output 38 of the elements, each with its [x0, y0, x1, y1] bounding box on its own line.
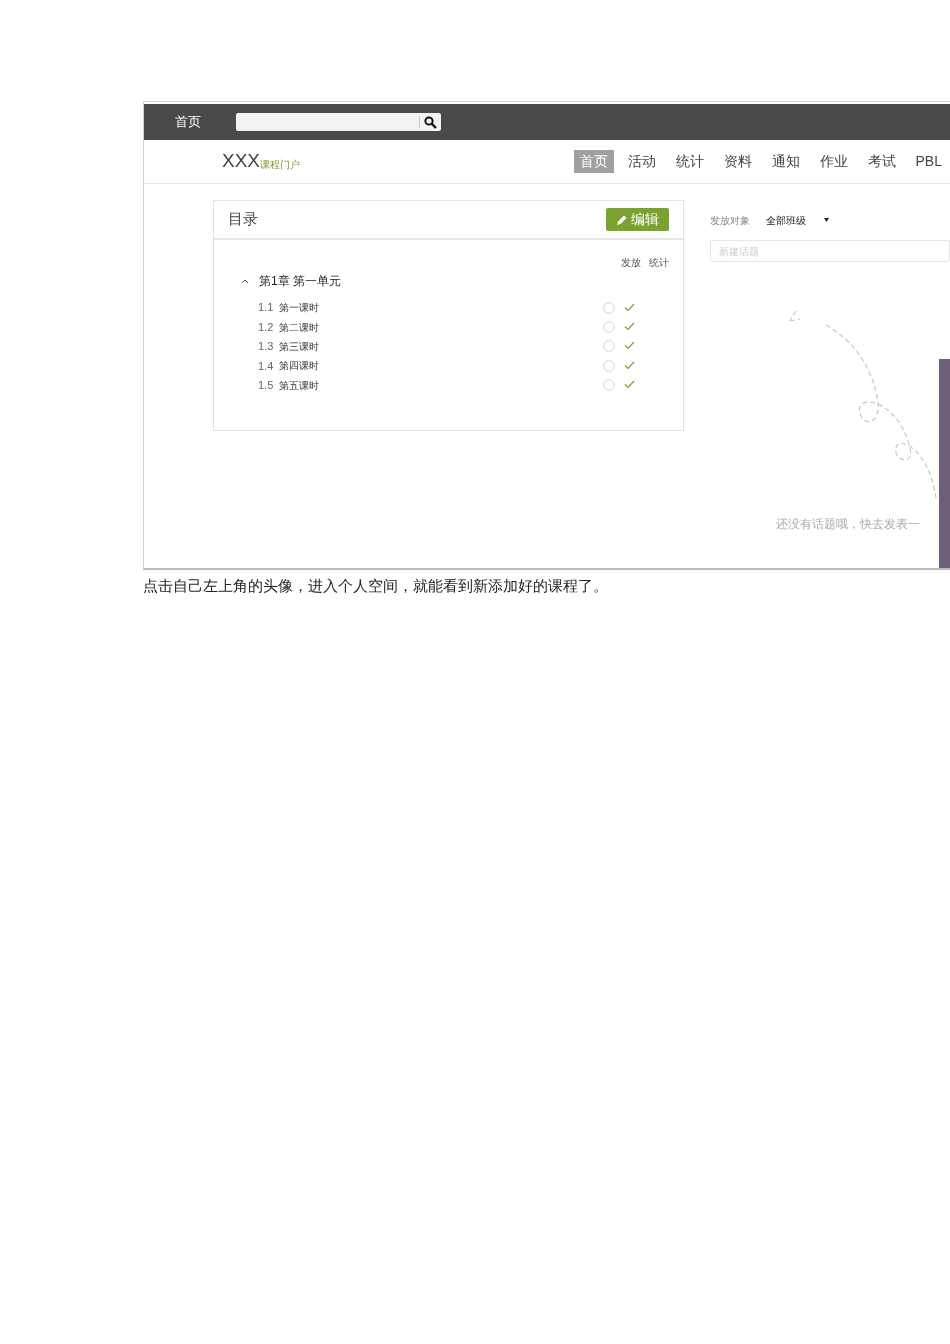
lesson-number: 1.4	[258, 358, 275, 374]
lesson-title[interactable]: 第四课时	[279, 358, 319, 374]
nav-tab[interactable]: 通知	[765, 150, 806, 173]
unreleased-circle-icon[interactable]	[603, 340, 615, 353]
pencil-icon	[616, 213, 628, 226]
nav-tab[interactable]: 统计	[669, 150, 710, 173]
logo-subtitle: 课程门户	[260, 158, 301, 172]
target-label: 发放对象	[710, 213, 750, 228]
unreleased-circle-icon[interactable]	[603, 379, 615, 392]
column-heading: 统计	[649, 256, 669, 270]
lesson-number: 1.1	[258, 300, 275, 316]
lesson-title[interactable]: 第一课时	[279, 300, 319, 316]
lesson-title[interactable]: 第五课时	[279, 377, 319, 393]
collapse-caret-icon[interactable]	[241, 278, 249, 284]
unreleased-circle-icon[interactable]	[603, 359, 615, 372]
chapter-title[interactable]: 第1章 第一单元	[259, 272, 341, 290]
empty-topics-text: 还没有话题哦，快去发表一	[776, 516, 920, 533]
catalog-title: 目录	[228, 209, 258, 230]
target-dropdown[interactable]: 全部班级	[766, 212, 829, 228]
unreleased-circle-icon[interactable]	[603, 301, 615, 314]
nav-tab[interactable]: 活动	[621, 150, 662, 173]
search-icon[interactable]	[424, 115, 437, 129]
logo-text: XXX	[222, 149, 261, 174]
nav-tab[interactable]: 作业	[813, 150, 854, 173]
unreleased-circle-icon[interactable]	[603, 321, 615, 334]
lesson-number: 1.3	[258, 339, 275, 355]
lesson-title[interactable]: 第三课时	[279, 338, 319, 354]
nav-tab[interactable]: PBL	[909, 150, 948, 173]
lesson-title[interactable]: 第二课时	[279, 319, 319, 335]
dropdown-arrow-icon	[824, 218, 829, 222]
nav-tab[interactable]: 资料	[717, 150, 758, 173]
lesson-number: 1.5	[258, 378, 275, 393]
caption-text: 点击自己左上角的头像，进入个人空间，就能看到新添加好的课程了。	[143, 576, 609, 596]
lesson-number: 1.2	[258, 319, 275, 335]
column-heading: 发放	[621, 256, 641, 270]
nav-tab[interactable]: 考试	[861, 150, 902, 173]
search-field[interactable]	[236, 113, 441, 131]
home-link[interactable]: 首页	[175, 112, 201, 132]
